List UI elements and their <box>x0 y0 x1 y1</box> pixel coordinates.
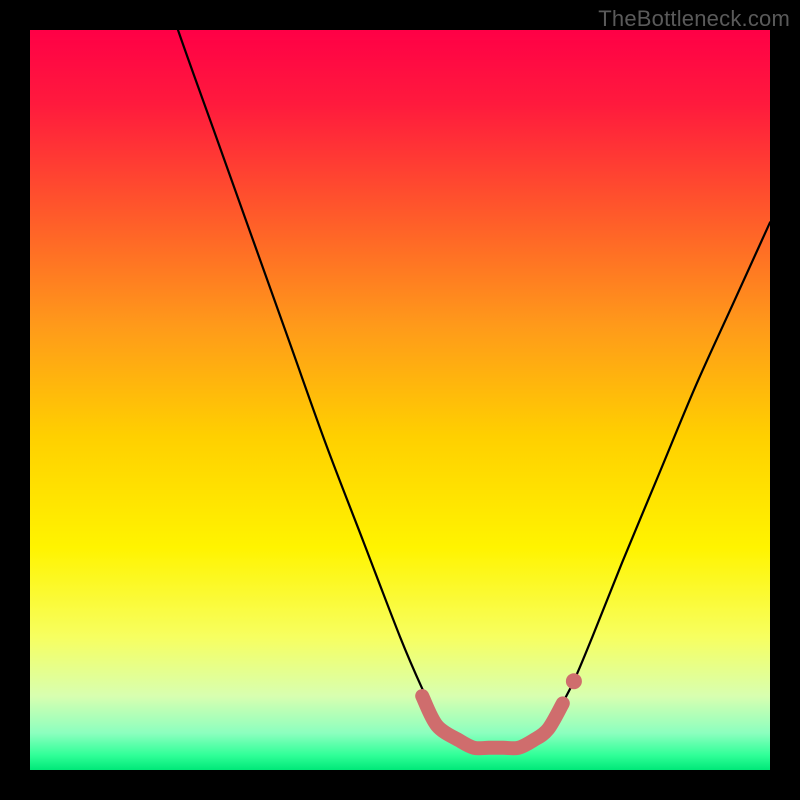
gradient-background <box>30 30 770 770</box>
highlight-endpoint <box>566 673 582 689</box>
bottleneck-chart <box>30 30 770 770</box>
chart-container: TheBottleneck.com <box>0 0 800 800</box>
watermark-text: TheBottleneck.com <box>598 6 790 32</box>
